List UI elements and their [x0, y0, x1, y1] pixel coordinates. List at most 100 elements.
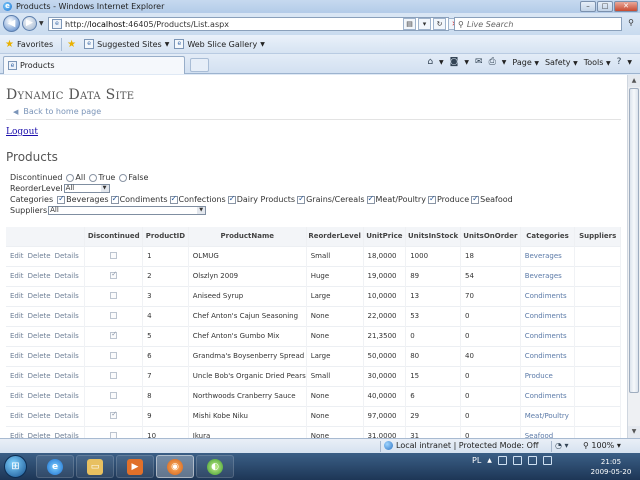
- forward-icon[interactable]: ▶: [22, 16, 37, 31]
- tray-network-icon[interactable]: [497, 456, 507, 465]
- scroll-thumb[interactable]: [629, 88, 639, 393]
- details-link[interactable]: Details: [55, 392, 79, 400]
- details-link[interactable]: Details: [55, 372, 79, 380]
- edit-link[interactable]: Edit: [10, 272, 24, 280]
- edit-link[interactable]: Edit: [10, 332, 24, 340]
- protected-mode-icon[interactable]: ◔ ▾: [555, 441, 569, 450]
- home-icon[interactable]: ⌂: [427, 57, 433, 67]
- taskbar-clock[interactable]: 21:05 2009-05-20: [586, 457, 636, 477]
- delete-link[interactable]: Delete: [28, 372, 51, 380]
- delete-link[interactable]: Delete: [28, 392, 51, 400]
- feeds-icon[interactable]: ◙: [450, 57, 459, 67]
- new-tab-button[interactable]: [190, 58, 209, 72]
- details-link[interactable]: Details: [55, 252, 79, 260]
- column-header-productname[interactable]: ProductName: [188, 227, 307, 246]
- delete-link[interactable]: Delete: [28, 292, 51, 300]
- tray-expand-icon[interactable]: ▲: [487, 457, 492, 464]
- column-header-suppliers[interactable]: Suppliers: [574, 227, 621, 246]
- favorites-button[interactable]: ★ Favorites: [5, 39, 53, 50]
- cell-category-link[interactable]: Condiments: [520, 385, 576, 406]
- delete-link[interactable]: Delete: [28, 272, 51, 280]
- tools-menu[interactable]: Tools ▼: [584, 58, 611, 67]
- category-checkbox-grains[interactable]: [297, 194, 306, 204]
- delete-link[interactable]: Delete: [28, 252, 51, 260]
- search-icon[interactable]: ⚲: [624, 18, 638, 30]
- address-bar[interactable]: e http://localhost:46405/Products/List.a…: [48, 17, 449, 31]
- column-header-productid[interactable]: ProductID: [142, 227, 189, 246]
- cell-category-link[interactable]: Seafood: [520, 425, 576, 438]
- zoom-level[interactable]: ⚲ 100% ▾: [583, 441, 621, 450]
- compatibility-view-icon[interactable]: ▤: [403, 18, 416, 30]
- details-link[interactable]: Details: [55, 352, 79, 360]
- edit-link[interactable]: Edit: [10, 352, 24, 360]
- scroll-down-icon[interactable]: ▼: [628, 426, 640, 438]
- tray-flag-icon[interactable]: [527, 456, 537, 465]
- print-icon[interactable]: ⎙: [489, 57, 496, 67]
- details-link[interactable]: Details: [55, 332, 79, 340]
- help-icon[interactable]: ?: [617, 57, 622, 67]
- category-checkbox-seafood[interactable]: [471, 194, 480, 204]
- language-indicator[interactable]: PL: [472, 456, 481, 465]
- edit-link[interactable]: Edit: [10, 412, 24, 420]
- cell-category-link[interactable]: Beverages: [520, 265, 576, 286]
- details-link[interactable]: Details: [55, 312, 79, 320]
- refresh-icon[interactable]: ↻: [433, 18, 446, 30]
- page-menu[interactable]: Page ▼: [512, 58, 539, 67]
- minimize-button[interactable]: –: [580, 1, 596, 12]
- column-header-discontinued[interactable]: Discontinued: [84, 227, 144, 246]
- tab-products[interactable]: e Products: [3, 56, 185, 74]
- reorder-level-select[interactable]: All ▼: [63, 184, 110, 193]
- cell-category-link[interactable]: Condiments: [520, 285, 576, 306]
- category-checkbox-produce[interactable]: [427, 194, 436, 204]
- cell-category-link[interactable]: Condiments: [520, 305, 576, 326]
- column-header-categories[interactable]: Categories: [520, 227, 576, 246]
- scroll-up-icon[interactable]: ▲: [628, 75, 640, 87]
- maximize-button[interactable]: □: [597, 1, 613, 12]
- category-checkbox-meat[interactable]: [366, 194, 375, 204]
- discontinued-all-radio[interactable]: [66, 173, 75, 182]
- taskbar-ie-button[interactable]: e: [36, 455, 74, 478]
- delete-link[interactable]: Delete: [28, 332, 51, 340]
- cell-category-link[interactable]: Condiments: [520, 325, 576, 346]
- close-button[interactable]: ✕: [614, 1, 638, 12]
- cell-category-link[interactable]: Produce: [520, 365, 576, 386]
- address-dropdown-icon[interactable]: ▾: [418, 18, 431, 30]
- details-link[interactable]: Details: [55, 272, 79, 280]
- add-to-favorites-button[interactable]: ★: [67, 39, 79, 50]
- details-link[interactable]: Details: [55, 292, 79, 300]
- vertical-scrollbar[interactable]: ▲ ▼: [627, 75, 640, 438]
- edit-link[interactable]: Edit: [10, 392, 24, 400]
- taskbar-media-player-button[interactable]: ▶: [116, 455, 154, 478]
- category-checkbox-confections[interactable]: [169, 194, 178, 204]
- details-link[interactable]: Details: [55, 412, 79, 420]
- category-checkbox-beverages[interactable]: [57, 194, 66, 204]
- start-orb-icon[interactable]: ⊞: [4, 455, 27, 478]
- delete-link[interactable]: Delete: [28, 312, 51, 320]
- history-dropdown-icon[interactable]: ▼: [39, 20, 44, 27]
- category-checkbox-condiments[interactable]: [110, 194, 119, 204]
- discontinued-false-radio[interactable]: [119, 173, 128, 182]
- cell-category-link[interactable]: Condiments: [520, 345, 576, 366]
- taskbar-app-button[interactable]: ◐: [196, 455, 234, 478]
- back-icon[interactable]: ◀: [3, 15, 20, 32]
- delete-link[interactable]: Delete: [28, 412, 51, 420]
- web-slice-gallery-link[interactable]: e Web Slice Gallery ▼: [174, 39, 265, 49]
- edit-link[interactable]: Edit: [10, 312, 24, 320]
- back-to-home-link[interactable]: ◀ Back to home page: [13, 107, 101, 116]
- cell-category-link[interactable]: Meat/Poultry: [520, 405, 576, 426]
- discontinued-true-radio[interactable]: [89, 173, 98, 182]
- column-header-reorderlevel[interactable]: ReorderLevel: [306, 227, 364, 246]
- cell-category-link[interactable]: Beverages: [520, 245, 576, 266]
- delete-link[interactable]: Delete: [28, 352, 51, 360]
- security-zone[interactable]: Local intranet | Protected Mode: Off: [384, 441, 538, 450]
- suggested-sites-link[interactable]: e Suggested Sites ▼: [84, 39, 169, 49]
- taskbar-explorer-button[interactable]: ▭: [76, 455, 114, 478]
- edit-link[interactable]: Edit: [10, 292, 24, 300]
- tray-volume-icon[interactable]: [512, 456, 522, 465]
- edit-link[interactable]: Edit: [10, 252, 24, 260]
- suppliers-select[interactable]: All ▼: [48, 206, 207, 215]
- search-box[interactable]: ⚲ Live Search: [454, 17, 622, 31]
- safety-menu[interactable]: Safety ▼: [545, 58, 578, 67]
- category-checkbox-dairy[interactable]: [227, 194, 236, 204]
- mail-icon[interactable]: ✉: [475, 57, 483, 67]
